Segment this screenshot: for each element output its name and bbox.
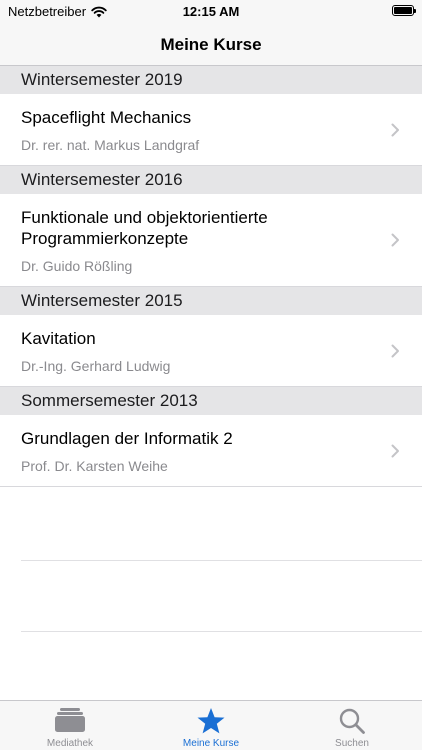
section-header: Sommersemester 2013 [0,387,422,415]
course-row-grundlagen-informatik-2[interactable]: Grundlagen der Informatik 2 Prof. Dr. Ka… [0,415,422,487]
course-row-spaceflight-mechanics[interactable]: Spaceflight Mechanics Dr. rer. nat. Mark… [0,94,422,166]
page-title: Meine Kurse [160,35,262,54]
section-header: Wintersemester 2019 [0,66,422,94]
empty-row-separator [21,631,422,632]
tab-label: Suchen [335,738,369,749]
tab-label: Meine Kurse [182,738,240,749]
empty-row-separator [21,560,422,561]
section-header: Wintersemester 2016 [0,166,422,194]
battery-level [394,7,412,14]
course-list: Wintersemester 2019 Spaceflight Mechanic… [0,66,422,487]
tab-suchen[interactable]: Suchen [282,701,422,751]
status-bar: Netzbetreiber 12:15 AM [0,0,422,24]
course-lecturer: Dr. rer. nat. Markus Landgraf [21,137,200,153]
course-row-programmierkonzepte[interactable]: Funktionale und objektorientierte Progra… [0,194,422,287]
chevron-right-icon [391,233,399,247]
magnifier-icon [339,708,365,734]
tab-bar: Mediathek Meine Kurse Suchen [0,700,422,750]
tab-meine-kurse[interactable]: Meine Kurse [141,701,281,751]
tab-label: Mediathek [46,738,94,749]
chevron-right-icon [391,123,399,137]
section-header: Wintersemester 2015 [0,287,422,315]
tab-mediathek[interactable]: Mediathek [0,701,140,751]
course-lecturer: Prof. Dr. Karsten Weihe [21,458,168,474]
course-lecturer: Dr.-Ing. Gerhard Ludwig [21,358,171,374]
battery-icon [392,5,416,16]
course-row-kavitation[interactable]: Kavitation Dr.-Ing. Gerhard Ludwig [0,315,422,387]
books-stack-icon [55,708,85,732]
course-title: Kavitation [21,329,96,348]
star-icon [197,708,225,734]
chevron-right-icon [391,344,399,358]
chevron-right-icon [391,444,399,458]
course-title: Grundlagen der Informatik 2 [21,429,233,448]
status-time: 12:15 AM [182,4,240,19]
navigation-bar: Meine Kurse [0,24,422,66]
course-title: Funktionale und objektorientierte Progra… [21,208,268,248]
course-lecturer: Dr. Guido Rößling [21,258,133,274]
course-title: Spaceflight Mechanics [21,108,192,127]
